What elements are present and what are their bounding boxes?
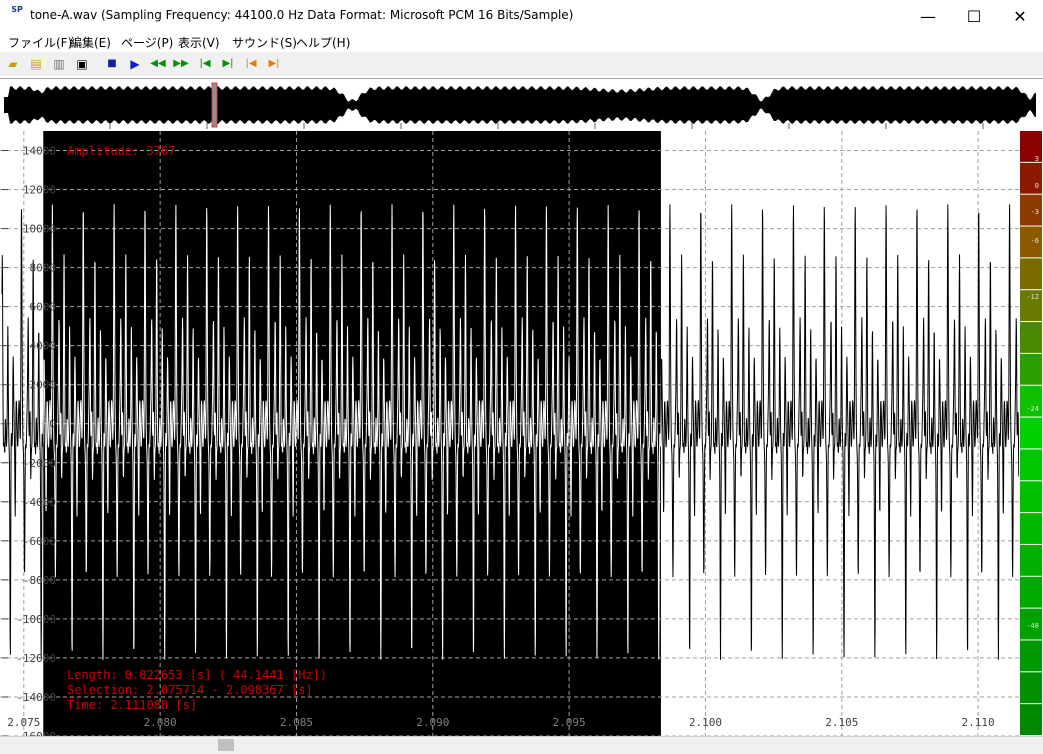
selection-readout: Selection: 2.075714 - 2.098367 [s] <box>67 683 313 697</box>
meter-label: -12 <box>1026 293 1039 301</box>
meter-label: -3 <box>1031 208 1039 216</box>
meter-segment <box>1020 672 1042 704</box>
meter-segment <box>1020 322 1042 353</box>
overview-svg <box>4 82 1036 129</box>
skip-end-icon[interactable]: ▶| <box>219 55 237 73</box>
x-tick-label: 2.090 <box>416 716 449 729</box>
y-tick-label: -8000 <box>23 574 56 587</box>
y-tick-label: 10000 <box>23 223 56 236</box>
level-meter: 3 0 -3 -6 -12 -24 -48 <box>1019 131 1043 736</box>
menu-edit[interactable]: 編集(E) <box>70 34 111 51</box>
overview-envelope <box>4 86 1036 124</box>
meter-segment <box>1020 449 1042 481</box>
time-readout: Time: 2.111088 [s] <box>67 698 197 712</box>
minimize-button[interactable]: — <box>905 0 951 32</box>
y-tick-label: 12000 <box>23 184 56 197</box>
rewind-icon[interactable]: ◀◀ <box>149 55 167 73</box>
meter-segment <box>1020 513 1042 544</box>
stop-icon[interactable]: ■ <box>103 55 121 73</box>
level-meter-svg: 3 0 -3 -6 -12 -24 -48 <box>1020 131 1042 735</box>
skip-start-icon[interactable]: |◀ <box>196 55 214 73</box>
overview-waveform[interactable] <box>0 78 1043 132</box>
meter-label: -48 <box>1026 622 1039 630</box>
maximize-button[interactable]: ☐ <box>951 0 997 32</box>
y-tick-label: -14000 <box>16 691 56 704</box>
properties-icon[interactable]: ▥ <box>50 55 68 73</box>
length-readout: Length: 0.022653 [s] ( 44.1441 [Hz]) <box>67 668 327 682</box>
menu-sound[interactable]: サウンド(S) <box>232 34 297 51</box>
y-tick-label: 4000 <box>30 340 57 353</box>
y-tick-label: -10000 <box>16 613 56 626</box>
jump-back-icon[interactable]: |◀ <box>242 55 260 73</box>
meter-segment <box>1020 544 1042 576</box>
meter-label: -24 <box>1026 405 1039 413</box>
meter-label: -6 <box>1031 237 1039 245</box>
meter-segment <box>1020 353 1042 385</box>
meter-segment <box>1020 417 1042 449</box>
y-tick-label: -6000 <box>23 535 56 548</box>
x-tick-label: 2.100 <box>689 716 722 729</box>
amplitude-readout: Amplitude: 3767 <box>67 144 175 158</box>
y-tick-label: 0 <box>49 418 56 431</box>
meter-segment <box>1020 704 1042 735</box>
x-tick-label: 2.075 <box>7 716 40 729</box>
play-icon[interactable]: ▶ <box>126 55 144 73</box>
fast-forward-icon[interactable]: ▶▶ <box>172 55 190 73</box>
x-tick-label: 2.095 <box>553 716 586 729</box>
meter-label: 3 <box>1035 155 1039 163</box>
menu-help[interactable]: ヘルプ(H) <box>296 34 350 51</box>
meter-segment <box>1020 576 1042 608</box>
y-tick-label: 6000 <box>30 301 57 314</box>
x-tick-label: 2.085 <box>280 716 313 729</box>
scrollbar-thumb[interactable] <box>218 739 234 751</box>
y-tick-label: -4000 <box>23 496 56 509</box>
menu-bar: ファイル(F) 編集(E) ページ(P) 表示(V) サウンド(S) ヘルプ(H… <box>0 32 1043 52</box>
open-file-icon[interactable]: ▤ <box>27 55 45 73</box>
menu-file[interactable]: ファイル(F) <box>8 34 72 51</box>
x-tick-label: 2.110 <box>962 716 995 729</box>
meter-label: 0 <box>1035 182 1039 190</box>
window-title: tone-A.wav (Sampling Frequency: 44100.0 … <box>30 8 574 22</box>
toolbar: ▰ ▤ ▥ ▣ ■ ▶ ◀◀ ▶▶ |◀ ▶| |◀ ▶| <box>0 52 1043 76</box>
y-tick-label: 8000 <box>30 262 57 275</box>
x-tick-label: 2.105 <box>825 716 858 729</box>
close-button[interactable]: ✕ <box>997 0 1043 32</box>
app-icon: SP <box>11 5 23 14</box>
y-tick-label: -2000 <box>23 457 56 470</box>
horizontal-scrollbar[interactable] <box>0 736 1043 754</box>
y-tick-label: 2000 <box>30 379 57 392</box>
meter-segment <box>1020 481 1042 513</box>
waveform-svg: 14000 12000 10000 8000 6000 4000 2000 0 -2000 -40… <box>0 131 1019 743</box>
open-folder-icon[interactable]: ▰ <box>4 55 22 73</box>
y-tick-label: -12000 <box>16 652 56 665</box>
overview-position-marker[interactable] <box>211 82 218 128</box>
menu-view[interactable]: 表示(V) <box>178 34 220 51</box>
menu-page[interactable]: ページ(P) <box>121 34 173 51</box>
y-tick-label: 14000 <box>23 145 56 158</box>
waveform-plot[interactable]: 14000 12000 10000 8000 6000 4000 2000 0 -2000 -40… <box>0 131 1019 743</box>
meter-segment <box>1020 258 1042 290</box>
meter-segment <box>1020 640 1042 672</box>
save-icon[interactable]: ▣ <box>73 55 91 73</box>
jump-forward-icon[interactable]: ▶| <box>265 55 283 73</box>
title-bar: SP tone-A.wav (Sampling Frequency: 44100… <box>0 0 1043 32</box>
x-tick-label: 2.080 <box>144 716 177 729</box>
